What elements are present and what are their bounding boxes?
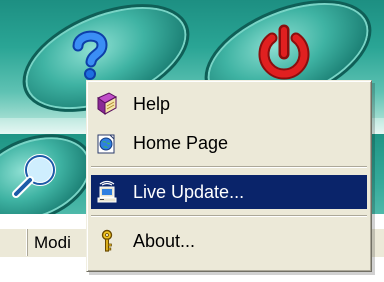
home-page-globe-icon — [97, 134, 115, 154]
column-header-blank[interactable] — [0, 229, 28, 256]
column-header-label: Modi — [34, 233, 71, 252]
screen: Modi Help Home Page Live Update... About… — [0, 0, 384, 282]
menu-item-label: Help — [133, 94, 171, 114]
question-mark-icon — [72, 30, 108, 80]
context-menu: Help Home Page Live Update... About... — [86, 80, 372, 272]
menu-item-label: About... — [133, 231, 196, 251]
power-icon — [258, 24, 310, 80]
help-book-icon — [97, 92, 118, 115]
about-key-icon — [101, 229, 113, 252]
menu-item-live-update[interactable]: Live Update... — [91, 175, 367, 209]
magnifier-icon — [12, 154, 56, 198]
menu-item-home-page[interactable]: Home Page — [91, 126, 367, 160]
menu-separator — [91, 166, 367, 168]
menu-item-about[interactable]: About... — [91, 224, 367, 258]
menu-item-label: Live Update... — [133, 182, 245, 202]
menu-item-help[interactable]: Help — [91, 87, 367, 121]
menu-item-label: Home Page — [133, 133, 229, 153]
menu-separator — [91, 215, 367, 217]
live-update-computer-icon — [97, 180, 117, 203]
